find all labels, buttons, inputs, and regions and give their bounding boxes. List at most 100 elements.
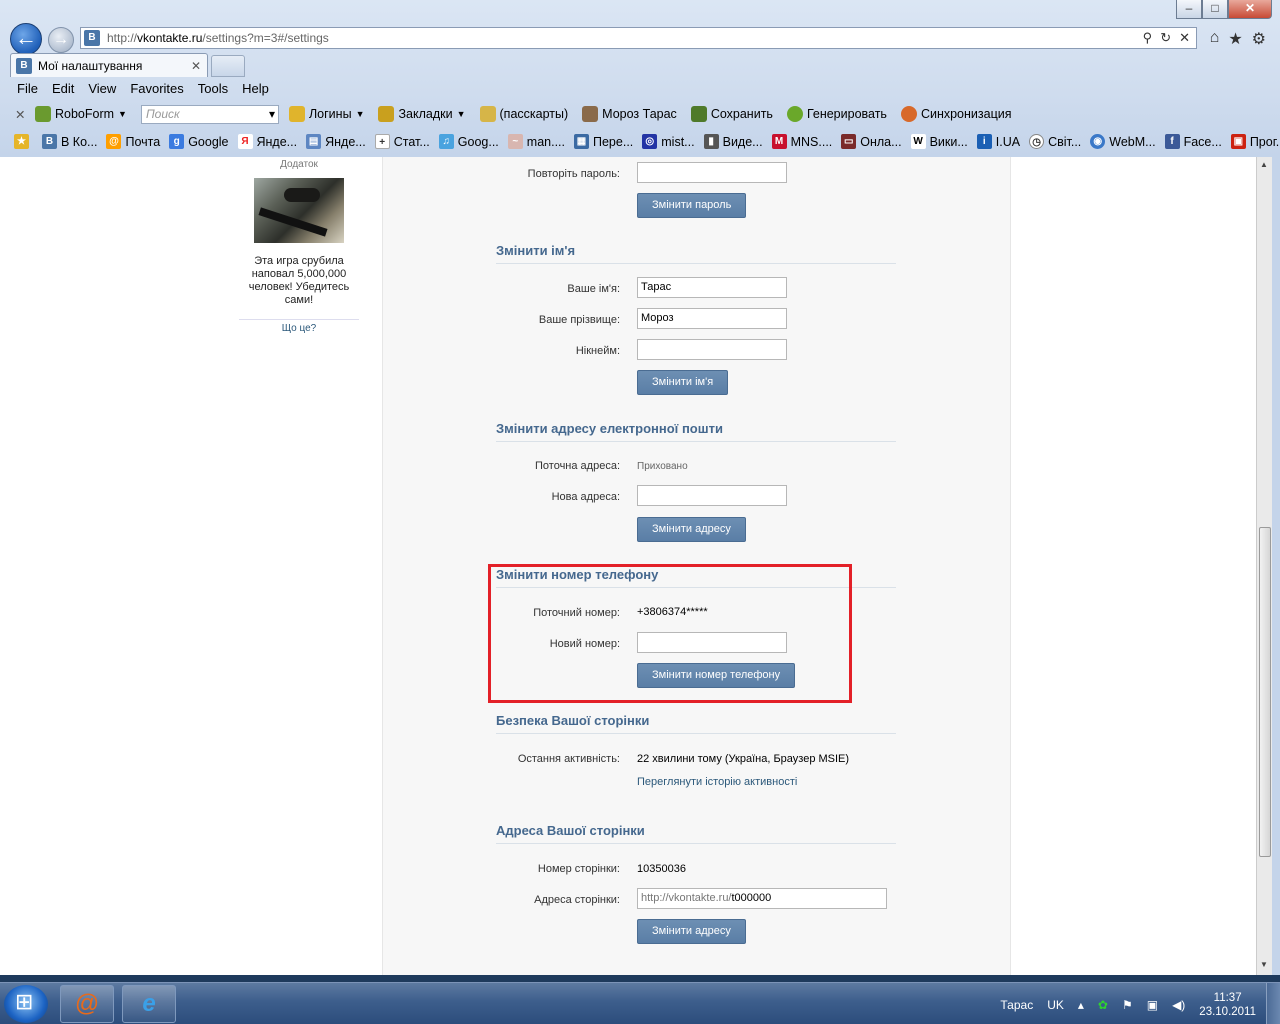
favorite-link[interactable]: ▣Прог... xyxy=(1230,134,1280,149)
menu-edit[interactable]: Edit xyxy=(52,80,82,100)
bookmarks-star-icon xyxy=(378,106,395,122)
change-password-button[interactable]: Змінити пароль xyxy=(637,193,747,218)
roboform-save[interactable]: Сохранить xyxy=(690,106,773,122)
show-desktop-button[interactable] xyxy=(1266,983,1280,1024)
vertical-scrollbar[interactable]: ▲ ▼ xyxy=(1256,157,1272,975)
activity-history-link[interactable]: Переглянути історію активності xyxy=(637,776,797,788)
favorite-link[interactable]: ◎ mist... xyxy=(642,134,695,149)
favorite-link[interactable]: Я Янде... xyxy=(237,134,297,149)
favorites-add-icon[interactable]: ★ xyxy=(14,134,33,149)
language-indicator[interactable]: UK xyxy=(1047,998,1064,1012)
navigation-bar: ← → B http://vkontakte.ru/settings?m=3#/… xyxy=(8,22,1272,56)
user-name[interactable]: Тарас xyxy=(1000,998,1033,1012)
stop-icon[interactable]: ✕ xyxy=(1179,30,1190,46)
favorite-link[interactable]: ▮ Виде... xyxy=(703,134,763,149)
favorite-link[interactable]: ~ man.... xyxy=(507,134,565,149)
highlight-box xyxy=(488,564,852,703)
taskbar: @ e Тарас UK ▴ ✿ ⚑ ▣ ◀) 11:37 23.10.2011 xyxy=(0,982,1280,1024)
minimize-button[interactable]: – xyxy=(1176,0,1202,19)
menu-bar: File Edit View Favorites Tools Help xyxy=(0,80,1280,100)
sync-icon xyxy=(900,106,917,122)
roboform-generate[interactable]: Генерировать xyxy=(786,106,887,122)
ad-info-link[interactable]: Що це? xyxy=(239,323,359,334)
roboform-bookmarks[interactable]: Закладки ▼ xyxy=(378,106,466,122)
tab-settings[interactable]: B Мої налаштування ✕ xyxy=(10,53,208,77)
repeat-password-label: Повторіть пароль: xyxy=(527,168,620,180)
favorite-link[interactable]: ♫ Goog... xyxy=(438,134,499,149)
tray-expand-icon[interactable]: ▴ xyxy=(1078,998,1084,1012)
page-address-field[interactable]: http://vkontakte.ru/t000000 xyxy=(637,888,887,909)
menu-tools[interactable]: Tools xyxy=(198,80,236,100)
favorite-link[interactable]: i I.UA xyxy=(976,134,1020,149)
favorite-link[interactable]: @ Почта xyxy=(106,134,160,149)
home-icon[interactable]: ⌂ xyxy=(1210,29,1220,49)
new-email-field[interactable] xyxy=(637,485,787,506)
network-icon[interactable]: ▣ xyxy=(1147,998,1158,1012)
favorite-link[interactable]: ▭ Онла... xyxy=(841,134,902,149)
action-center-flag-icon[interactable]: ⚑ xyxy=(1122,998,1133,1012)
favorite-link[interactable]: M MNS.... xyxy=(771,134,832,149)
close-window-button[interactable]: ✕ xyxy=(1228,0,1272,19)
menu-file[interactable]: File xyxy=(17,80,46,100)
menu-help[interactable]: Help xyxy=(242,80,277,100)
current-email-label: Поточна адреса: xyxy=(535,460,620,472)
maximize-button[interactable]: □ xyxy=(1202,0,1228,19)
roboform-button[interactable]: RoboForm ▼ xyxy=(35,106,127,122)
address-bar[interactable]: B http://vkontakte.ru/settings?m=3#/sett… xyxy=(80,27,1197,49)
ad-image[interactable] xyxy=(254,178,344,243)
menu-favorites[interactable]: Favorites xyxy=(130,80,191,100)
favorite-link[interactable]: W Вики... xyxy=(910,134,968,149)
favorite-link[interactable]: g Google xyxy=(169,134,229,149)
scroll-up-icon[interactable]: ▲ xyxy=(1260,160,1268,169)
menu-view[interactable]: View xyxy=(88,80,124,100)
divider xyxy=(239,319,359,320)
change-email-button[interactable]: Змінити адресу xyxy=(637,517,746,542)
internet-explorer-taskbar-icon[interactable]: e xyxy=(122,985,176,1023)
favorite-link[interactable]: ▤ Янде... xyxy=(306,134,366,149)
change-name-button[interactable]: Змінити ім'я xyxy=(637,370,729,395)
logins-star-icon xyxy=(288,106,305,122)
back-button[interactable]: ← xyxy=(10,23,42,55)
repeat-password-field[interactable] xyxy=(637,162,787,183)
ad-text[interactable]: Эта игра срубила наповал 5,000,000 челов… xyxy=(239,255,359,307)
favorite-link[interactable]: + Стат... xyxy=(374,134,430,149)
change-address-button[interactable]: Змінити адресу xyxy=(637,919,746,944)
favorites-star-icon[interactable]: ★ xyxy=(1228,29,1242,49)
close-toolbar-icon[interactable]: ✕ xyxy=(15,107,35,122)
close-tab-icon[interactable]: ✕ xyxy=(191,59,201,73)
current-email-value: Приховано xyxy=(637,461,688,472)
roboform-identity[interactable]: Мороз Тарас xyxy=(582,106,677,122)
nickname-field[interactable] xyxy=(637,339,787,360)
scroll-down-icon[interactable]: ▼ xyxy=(1260,960,1268,969)
icq-icon[interactable]: ✿ xyxy=(1098,998,1108,1012)
last-name-field[interactable]: Мороз xyxy=(637,308,787,329)
sidebar-ad: Додаток Эта игра срубила наповал 5,000,0… xyxy=(239,157,359,334)
gear-icon[interactable]: ⚙ xyxy=(1252,29,1266,49)
vk-favicon-icon: B xyxy=(16,57,32,74)
clock[interactable]: 11:37 23.10.2011 xyxy=(1199,991,1256,1019)
refresh-icon[interactable]: ↻ xyxy=(1160,30,1171,46)
first-name-field[interactable]: Тарас xyxy=(637,277,787,298)
roboform-search-input[interactable]: Поиск xyxy=(140,104,279,124)
favorite-link[interactable]: ◷ Світ... xyxy=(1029,134,1081,149)
roboform-passcards[interactable]: (пасскарты) xyxy=(479,106,568,122)
favorites-bar: ★ BВ Ко... @ Почта g Google Я Янде... ▤ Янде… xyxy=(0,130,1280,153)
volume-icon[interactable]: ◀) xyxy=(1172,998,1185,1012)
scroll-thumb[interactable] xyxy=(1259,527,1271,857)
section-title-name: Змінити ім'я xyxy=(496,243,896,264)
url-text[interactable]: http://vkontakte.ru/settings?m=3#/settin… xyxy=(107,31,329,45)
roboform-logins[interactable]: Логины ▼ xyxy=(288,106,364,122)
browser-chrome: – □ ✕ ← → B http://vkontakte.ru/settings… xyxy=(0,0,1280,157)
search-icon[interactable]: ⚲ xyxy=(1143,30,1153,46)
favorite-link[interactable]: BВ Ко... xyxy=(42,134,97,149)
section-title-security: Безпека Вашої сторінки xyxy=(496,713,896,734)
forward-button[interactable]: → xyxy=(48,27,74,53)
favorite-link[interactable]: ▦ Пере... xyxy=(574,134,633,149)
favorite-link[interactable]: ◉ WebM... xyxy=(1090,134,1156,149)
start-button[interactable] xyxy=(4,985,48,1023)
passcards-star-icon xyxy=(479,106,496,122)
mail-agent-taskbar-icon[interactable]: @ xyxy=(60,985,114,1023)
new-tab-button[interactable] xyxy=(211,55,245,77)
favorite-link[interactable]: f Face... xyxy=(1164,134,1222,149)
roboform-sync[interactable]: Синхронизация xyxy=(900,106,1011,122)
